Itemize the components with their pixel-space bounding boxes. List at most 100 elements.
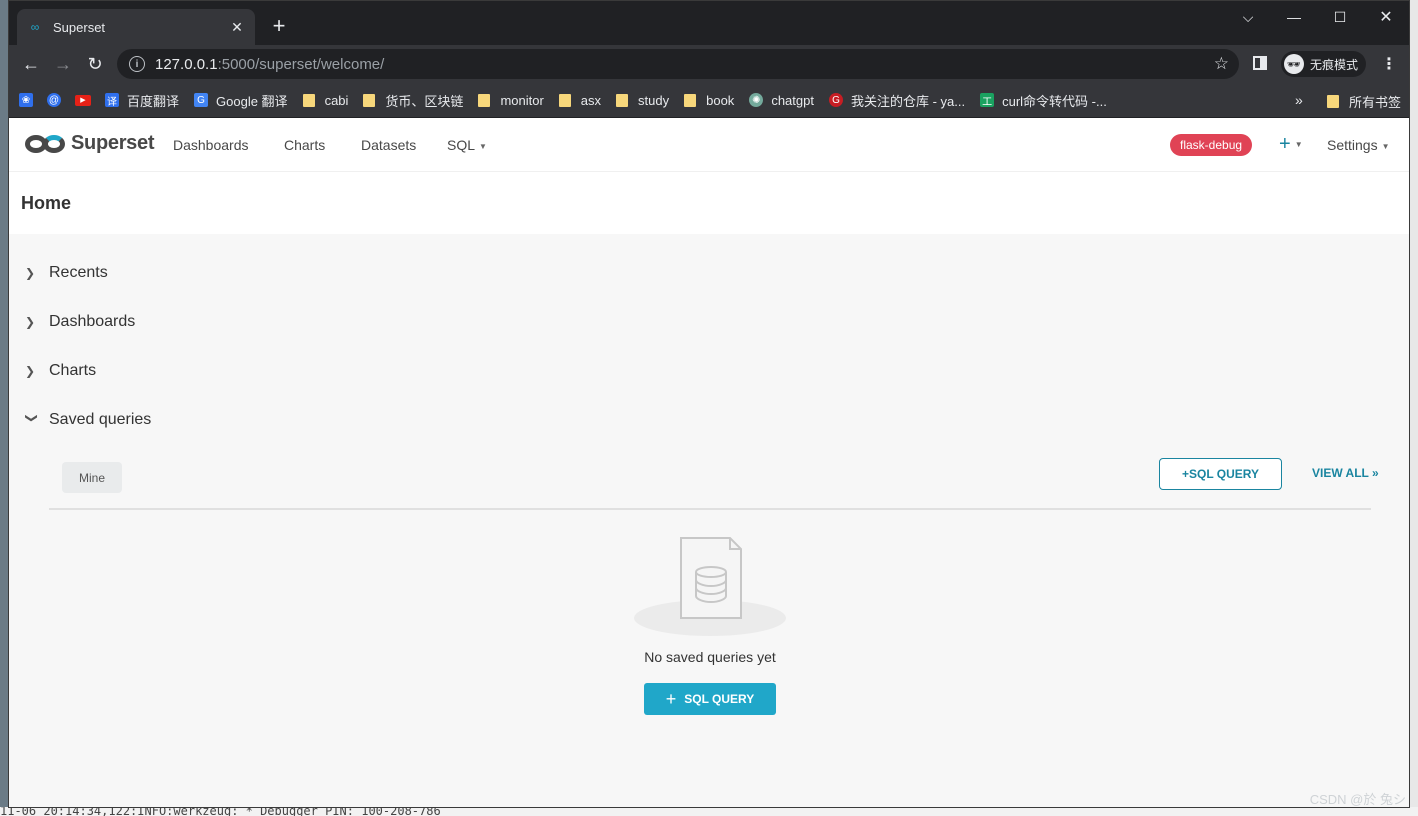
bookmark-label: monitor	[500, 92, 544, 108]
bookmark-folder[interactable]: monitor	[478, 92, 544, 108]
incognito-label: 无痕模式	[1310, 57, 1359, 72]
nav-charts[interactable]: Charts	[284, 137, 325, 153]
bookmark-at[interactable]: @	[47, 93, 61, 107]
gitee-icon: G	[828, 93, 843, 107]
caret-down-icon: ▼	[1294, 140, 1303, 150]
reload-button[interactable]: ↻	[81, 50, 109, 78]
bookmark-label: asx	[580, 92, 602, 108]
nav-sql-dropdown[interactable]: SQL ▼	[447, 137, 487, 153]
folder-icon	[363, 93, 376, 107]
top-navbar: Superset Dashboards Charts Datasets SQL ▼…	[9, 118, 1409, 172]
chevron-right-icon: ❯	[25, 315, 36, 329]
section-saved-queries-header[interactable]: ❯ Saved queries	[25, 411, 151, 429]
new-tab-button[interactable]: +	[267, 13, 291, 38]
empty-database-icon	[634, 537, 786, 636]
bookmark-folder[interactable]: asx	[558, 92, 602, 108]
translate-icon: 译	[105, 93, 119, 108]
baidu-icon: ❀	[19, 93, 33, 107]
bookmark-item[interactable]: 工 curl命令转代码 -...	[980, 91, 1107, 110]
google-translate-icon: G	[194, 93, 209, 107]
bookmark-folder[interactable]: 货币、区块链	[363, 91, 463, 110]
section-label: Saved queries	[49, 411, 152, 428]
maximize-button[interactable]: ☐	[1317, 7, 1363, 27]
superset-logo-icon	[25, 133, 67, 155]
caret-down-icon: ▼	[479, 141, 487, 151]
terminal-strip: 11-06 20:14:34,122:INFO:werkzeug: * Debu…	[0, 807, 1418, 816]
new-item-dropdown[interactable]: + ▼	[1279, 133, 1303, 156]
bookmark-label: 货币、区块链	[385, 93, 464, 109]
bookmark-label: chatgpt	[771, 92, 814, 108]
section-dashboards-header[interactable]: ❯ Dashboards	[25, 313, 135, 331]
superset-page: Superset Dashboards Charts Datasets SQL ▼…	[9, 118, 1409, 807]
all-bookmarks-folder[interactable]: 所有书签	[1327, 92, 1401, 111]
bookmark-youtube[interactable]: ▶	[75, 94, 91, 106]
bookmark-label: 所有书签	[1349, 95, 1402, 110]
bookmark-item[interactable]: 译百度翻译	[105, 91, 179, 110]
plus-icon: +	[1279, 133, 1291, 155]
browser-menu-icon[interactable]: ⋮	[1381, 54, 1397, 74]
terminal-line: 11-06 20:14:34,122:INFO:werkzeug: * Debu…	[0, 807, 441, 816]
page-header: Home	[9, 172, 1409, 234]
csdn-watermark: CSDN @於 兔シ	[1309, 792, 1406, 807]
empty-sql-query-button[interactable]: + SQL QUERY	[644, 683, 776, 715]
close-window-button[interactable]: ✕	[1363, 7, 1409, 27]
browser-tab-superset[interactable]: ∞ Superset ✕	[17, 9, 255, 45]
side-panel-icon[interactable]	[1253, 56, 1267, 70]
site-info-icon[interactable]: i	[129, 56, 145, 72]
bookmark-folder[interactable]: book	[684, 93, 734, 108]
address-bar[interactable]: i 127.0.0.1:5000/superset/welcome/ ☆	[117, 49, 1239, 79]
brand-name: Superset	[71, 132, 155, 154]
empty-state-text: No saved queries yet	[644, 649, 776, 665]
superset-favicon-icon: ∞	[30, 20, 40, 34]
superset-logo[interactable]: Superset	[25, 132, 154, 155]
view-all-link[interactable]: VIEW ALL »	[1312, 466, 1379, 480]
chevron-right-icon: ❯	[25, 266, 36, 280]
caret-down-icon: ▼	[1381, 141, 1390, 151]
bookmark-baidu[interactable]: ❀	[19, 93, 33, 107]
folder-icon	[302, 93, 315, 107]
folder-icon	[1327, 95, 1339, 108]
section-recents-header[interactable]: ❯ Recents	[25, 264, 108, 282]
minimize-button[interactable]: —	[1271, 7, 1317, 27]
folder-icon	[616, 93, 629, 107]
tab-mine[interactable]: Mine	[62, 462, 122, 493]
nav-datasets[interactable]: Datasets	[361, 137, 416, 153]
forward-button[interactable]: →	[49, 50, 77, 78]
bookmark-label: book	[706, 92, 735, 108]
bookmark-item[interactable]: G 我关注的仓库 - ya...	[828, 91, 966, 110]
bookmarks-bar: ❀ @ ▶ 译百度翻译 G Google 翻译 cabi 货币、区块链 monit…	[9, 83, 1409, 117]
youtube-icon: ▶	[75, 94, 91, 106]
at-icon: @	[47, 93, 61, 107]
bookmark-item[interactable]: G Google 翻译	[194, 91, 288, 110]
chevron-right-icon: ❯	[25, 364, 36, 378]
section-charts-header[interactable]: ❯ Charts	[25, 362, 96, 380]
url-host: 127.0.0.1	[155, 55, 218, 73]
bookmark-folder[interactable]: study	[616, 93, 669, 108]
settings-dropdown[interactable]: Settings ▼	[1327, 137, 1390, 153]
incognito-indicator[interactable]: 🕶 无痕模式	[1281, 51, 1367, 77]
nav-sql-label: SQL	[447, 137, 476, 153]
nav-dashboards[interactable]: Dashboards	[173, 137, 249, 153]
back-button[interactable]: ←	[17, 50, 45, 78]
tab-search-chevron-icon[interactable]: ⌵	[1225, 7, 1271, 27]
bookmarks-overflow-icon[interactable]: »	[1295, 92, 1303, 108]
new-sql-query-button[interactable]: +SQL QUERY	[1159, 458, 1282, 490]
chevron-down-icon: ❯	[25, 413, 39, 424]
folder-icon	[684, 93, 697, 107]
bookmark-item[interactable]: ✺ chatgpt	[749, 93, 814, 108]
bookmark-star-icon[interactable]: ☆	[1214, 54, 1229, 74]
incognito-icon: 🕶	[1284, 54, 1304, 74]
desktop-background-right	[1410, 0, 1418, 816]
bookmark-label: 我关注的仓库 - ya...	[850, 93, 966, 109]
section-label: Charts	[49, 362, 97, 379]
tab-strip: ∞ Superset ✕ + ⌵ — ☐ ✕	[9, 1, 1409, 45]
bookmark-folder[interactable]: cabi	[302, 93, 348, 108]
plus-icon: +	[665, 688, 677, 709]
environment-badge: flask-debug	[1170, 134, 1253, 156]
tab-close-icon[interactable]: ✕	[229, 19, 245, 35]
bookmark-label: Google 翻译	[216, 93, 288, 109]
folder-icon	[558, 93, 571, 107]
bookmark-label: 百度翻译	[127, 93, 180, 109]
section-label: Dashboards	[49, 313, 136, 330]
bookmark-label: curl命令转代码 -...	[1002, 93, 1107, 109]
